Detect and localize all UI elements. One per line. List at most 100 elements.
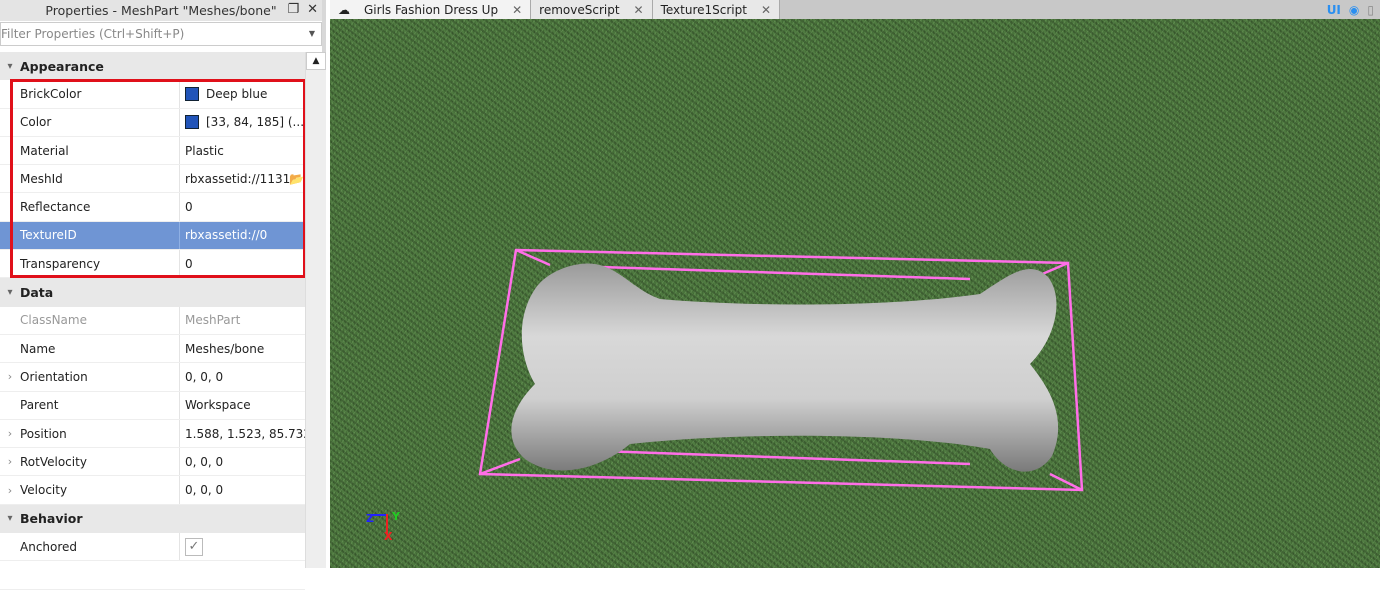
property-row-meshid[interactable]: MeshId rbxassetid://1131 📂 xyxy=(0,165,305,194)
property-value-cell[interactable]: 0, 0, 0 xyxy=(180,483,305,497)
chevron-down-icon[interactable]: ▾ xyxy=(0,287,20,298)
dock-icon[interactable]: ❐ xyxy=(287,2,299,17)
property-value[interactable]: 1.588, 1.523, 85.732 xyxy=(185,427,305,441)
section-appearance[interactable]: ▾ Appearance xyxy=(0,52,305,81)
property-value-cell[interactable]: 0 xyxy=(180,200,305,214)
chevron-right-icon[interactable]: › xyxy=(0,370,20,383)
property-value-cell[interactable]: ✓ xyxy=(180,537,305,556)
property-name: Reflectance xyxy=(20,193,180,221)
cloud-icon: ☁ xyxy=(338,2,350,17)
close-icon[interactable]: ✕ xyxy=(307,2,318,17)
property-row-classname[interactable]: ClassName MeshPart xyxy=(0,306,305,335)
tab-texture1script[interactable]: Texture1Script ✕ xyxy=(652,0,781,19)
device-icon[interactable]: ▯ xyxy=(1367,3,1374,17)
eye-icon[interactable]: ◉ xyxy=(1349,3,1359,17)
tab-label: Texture1Script xyxy=(660,2,747,17)
property-name: RotVelocity xyxy=(20,448,180,476)
scene xyxy=(478,248,1084,492)
property-row-anchored[interactable]: Anchored ✓ xyxy=(0,533,305,562)
y-axis-label: Y xyxy=(392,510,400,523)
color-swatch xyxy=(185,86,199,101)
color-swatch xyxy=(185,115,199,130)
3d-viewport[interactable]: Z Y X xyxy=(330,19,1380,568)
property-value[interactable]: rbxassetid://1131 xyxy=(185,172,290,186)
bone-mesh[interactable] xyxy=(511,263,1059,472)
panel-title: Properties - MeshPart "Meshes/bone" xyxy=(45,3,277,18)
section-label: Data xyxy=(20,285,54,301)
property-value[interactable]: 0 xyxy=(185,200,193,214)
property-row-velocity[interactable]: › Velocity 0, 0, 0 xyxy=(0,476,305,505)
property-name: Position xyxy=(20,419,180,448)
ui-toggle-button[interactable]: UI xyxy=(1327,3,1341,17)
property-name: Transparency xyxy=(20,250,180,278)
tab-removescript[interactable]: removeScript ✕ xyxy=(531,0,653,19)
chevron-right-icon[interactable]: › xyxy=(0,455,20,468)
chevron-down-icon[interactable]: ▾ xyxy=(0,61,20,72)
property-value-cell[interactable]: 0 xyxy=(180,257,305,271)
close-tab-icon[interactable]: ✕ xyxy=(512,3,522,17)
property-value-cell[interactable]: rbxassetid://0 xyxy=(180,228,305,242)
properties-panel: Properties - MeshPart "Meshes/bone" ❐ ✕ F… xyxy=(0,0,326,590)
property-row-textureid[interactable]: TextureID rbxassetid://0 xyxy=(0,221,305,251)
property-value[interactable]: 0, 0, 0 xyxy=(185,370,223,384)
property-row[interactable] xyxy=(0,561,305,590)
tab-place[interactable]: ☁ Girls Fashion Dress Up ✕ xyxy=(330,0,532,19)
property-value-cell[interactable]: Workspace xyxy=(180,398,305,412)
tab-label: removeScript xyxy=(539,2,620,17)
tab-bar: ☁ Girls Fashion Dress Up ✕ removeScript ✕ T… xyxy=(330,0,1380,19)
tab-label: Girls Fashion Dress Up xyxy=(364,2,499,17)
property-value[interactable]: 0 xyxy=(185,257,193,271)
folder-icon[interactable]: 📂 xyxy=(289,172,304,186)
property-value[interactable]: Deep blue xyxy=(206,87,267,101)
property-value[interactable]: rbxassetid://0 xyxy=(185,228,267,242)
property-value[interactable]: 0, 0, 0 xyxy=(185,483,223,497)
filter-properties-input[interactable]: Filter Properties (Ctrl+Shift+P) ▼ xyxy=(0,22,322,46)
property-row-position[interactable]: › Position 1.588, 1.523, 85.732 xyxy=(0,419,305,449)
property-name: Material xyxy=(20,136,180,165)
scroll-up-icon[interactable]: ▲ xyxy=(306,52,326,70)
property-name: Color xyxy=(20,108,180,136)
property-value-cell[interactable]: 0, 0, 0 xyxy=(180,370,305,384)
property-name: Velocity xyxy=(20,476,180,504)
property-value[interactable]: 0, 0, 0 xyxy=(185,455,223,469)
property-row-reflectance[interactable]: Reflectance 0 xyxy=(0,193,305,222)
close-tab-icon[interactable]: ✕ xyxy=(634,3,644,17)
property-value[interactable]: [33, 84, 185] (... xyxy=(206,115,304,129)
property-name: Anchored xyxy=(20,533,180,561)
property-value-cell[interactable]: Plastic xyxy=(180,144,305,158)
scrollbar[interactable]: ▲ xyxy=(305,52,326,568)
property-value-cell[interactable]: rbxassetid://1131 📂 xyxy=(180,172,305,186)
property-name: Name xyxy=(20,334,180,363)
section-data[interactable]: ▾ Data xyxy=(0,278,305,307)
property-row-material[interactable]: Material Plastic xyxy=(0,136,305,166)
section-label: Behavior xyxy=(20,511,83,527)
anchored-checkbox[interactable]: ✓ xyxy=(185,537,203,556)
chevron-right-icon[interactable]: › xyxy=(0,484,20,497)
property-row-parent[interactable]: Parent Workspace xyxy=(0,391,305,420)
property-name: MeshId xyxy=(20,165,180,193)
property-row-brickcolor[interactable]: BrickColor Deep blue xyxy=(0,80,305,109)
property-row-transparency[interactable]: Transparency 0 xyxy=(0,250,305,279)
close-tab-icon[interactable]: ✕ xyxy=(761,3,771,17)
property-value-cell[interactable]: [33, 84, 185] (... xyxy=(180,115,305,130)
property-row-color[interactable]: Color [33, 84, 185] (... xyxy=(0,108,305,137)
property-value-cell[interactable]: MeshPart xyxy=(180,313,305,327)
property-value-cell[interactable]: 0, 0, 0 xyxy=(180,455,305,469)
property-row-name[interactable]: Name Meshes/bone xyxy=(0,334,305,364)
property-name: BrickColor xyxy=(20,80,180,108)
property-value[interactable]: Meshes/bone xyxy=(185,342,264,356)
section-behavior[interactable]: ▾ Behavior xyxy=(0,504,305,534)
chevron-right-icon[interactable]: › xyxy=(0,427,20,440)
property-value[interactable]: Plastic xyxy=(185,144,224,158)
property-row-rotvelocity[interactable]: › RotVelocity 0, 0, 0 xyxy=(0,448,305,477)
property-row-orientation[interactable]: › Orientation 0, 0, 0 xyxy=(0,363,305,392)
property-value[interactable]: Workspace xyxy=(185,398,251,412)
dropdown-arrow-icon[interactable]: ▼ xyxy=(309,29,315,38)
property-value[interactable]: MeshPart xyxy=(185,313,240,327)
property-name: TextureID xyxy=(20,221,180,250)
panel-title-bar: Properties - MeshPart "Meshes/bone" ❐ ✕ xyxy=(0,0,322,21)
chevron-down-icon[interactable]: ▾ xyxy=(0,513,20,524)
property-value-cell[interactable]: Deep blue xyxy=(180,86,305,101)
property-value-cell[interactable]: Meshes/bone xyxy=(180,342,305,356)
property-value-cell[interactable]: 1.588, 1.523, 85.732 xyxy=(180,427,305,441)
